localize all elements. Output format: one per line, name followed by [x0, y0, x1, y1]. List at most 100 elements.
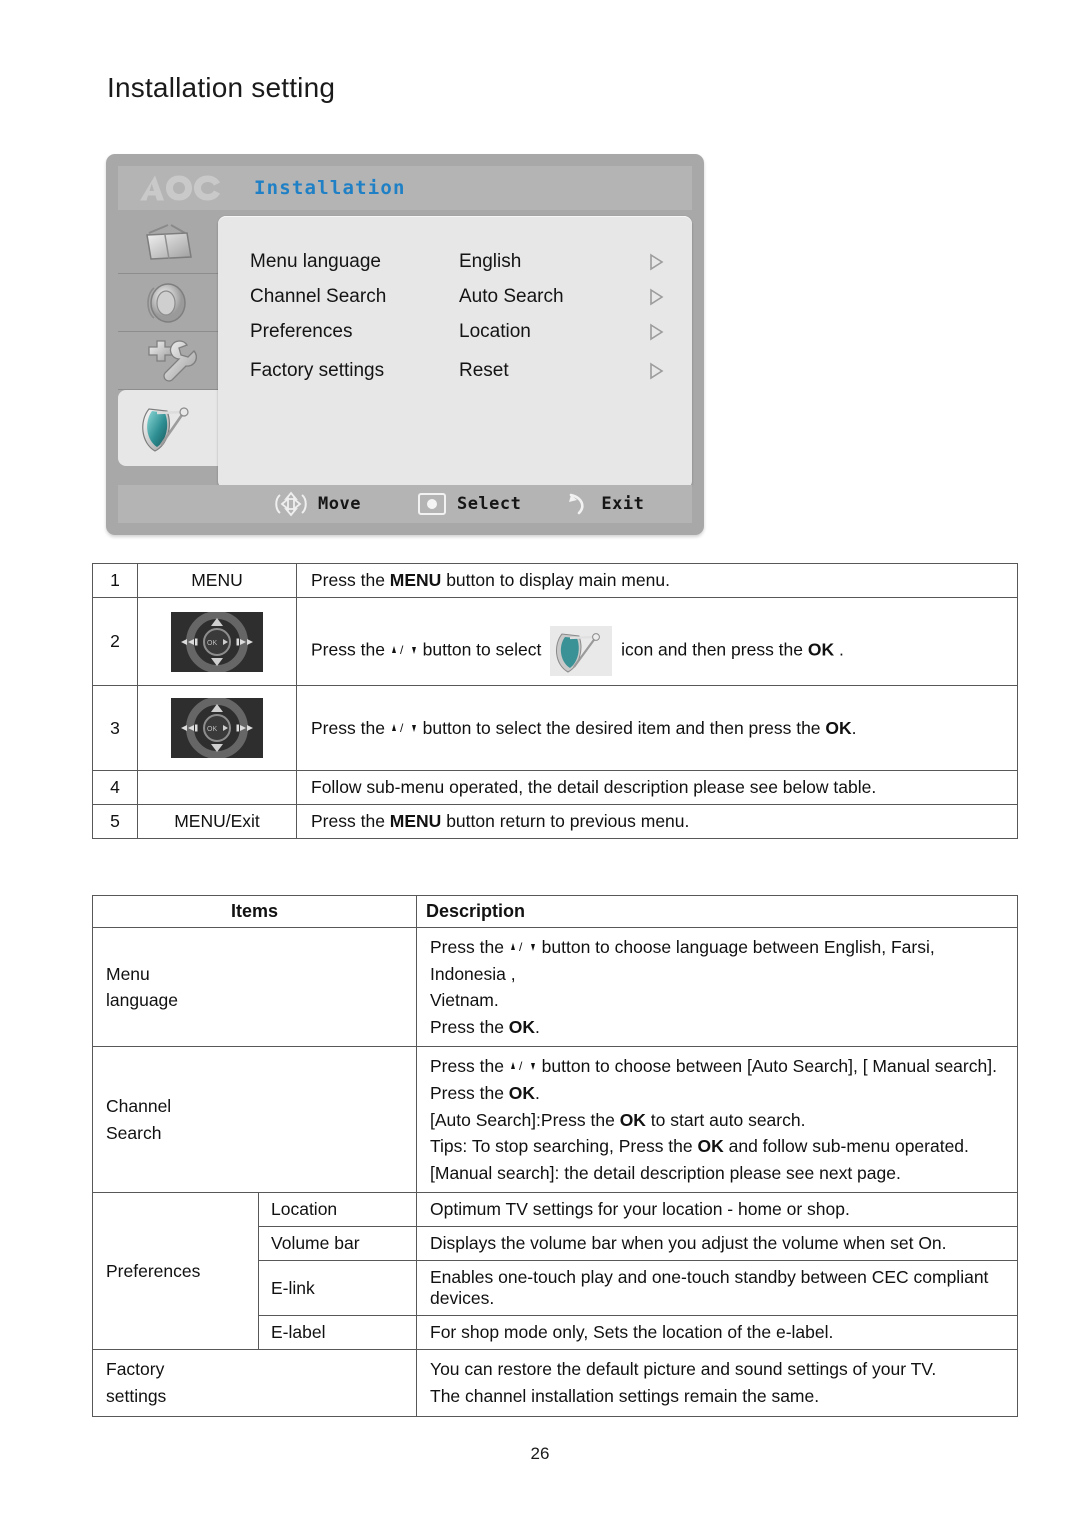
svg-text:/: /	[400, 721, 404, 734]
return-arrow-icon	[569, 493, 584, 515]
hint-exit: Exit	[565, 491, 644, 517]
text-line: [Auto Search]:Press the OK to start auto…	[430, 1107, 1008, 1134]
osd-menu-row[interactable]: Factory settings Reset	[250, 353, 678, 388]
chevron-right-icon	[650, 362, 664, 379]
text-line: [Manual search]: the detail description …	[430, 1162, 901, 1183]
step-number: 2	[92, 597, 138, 686]
text: .	[535, 1082, 540, 1103]
table-row: 1 MENU Press the MENU button to display …	[92, 563, 1018, 598]
item-preferences: Preferences	[92, 1192, 259, 1351]
text: .	[851, 717, 857, 738]
description-channel-search: Press the / button to choose between [Au…	[416, 1046, 1018, 1194]
picture-tv-icon	[146, 223, 192, 260]
osd-row-label: Factory settings	[250, 359, 385, 381]
hint-select: Select	[417, 492, 521, 516]
chevron-right-icon	[650, 288, 664, 305]
text: button return to previous menu.	[441, 811, 690, 831]
text: Menu	[106, 963, 150, 984]
description-factory-settings: You can restore the default picture and …	[416, 1349, 1018, 1417]
text: Tips: To stop searching, Press the	[430, 1136, 698, 1157]
aoc-logo	[140, 175, 220, 201]
text-line: Press the OK.	[430, 1080, 1008, 1107]
table-row: 3 OK Press the / button to select the de…	[92, 685, 1018, 771]
step-description: Press the MENU button to display main me…	[296, 563, 1018, 598]
text: button to select the desired item and th…	[417, 717, 826, 738]
text: Press the	[311, 639, 390, 660]
table-row: 5 MENU/Exit Press the MENU button return…	[92, 804, 1018, 839]
osd-main-panel: Menu language English Channel Search Aut…	[218, 216, 692, 489]
up-down-button-icon: /	[510, 1059, 535, 1072]
dpad-navigation-button: OK	[171, 611, 263, 672]
step-number: 4	[92, 770, 138, 805]
manual-page: Installation setting Installation Menu l…	[0, 0, 1080, 1528]
dpad-move-icon	[275, 491, 307, 517]
ok-button-icon	[417, 493, 446, 515]
text: settings	[106, 1385, 167, 1406]
description-location: Optimum TV settings for your location - …	[416, 1192, 1018, 1228]
rail-item-installation[interactable]	[118, 390, 218, 466]
svg-text:/: /	[519, 1059, 523, 1072]
text: Press the	[311, 570, 390, 590]
function-wrench-icon	[148, 339, 198, 382]
text: Search	[106, 1122, 162, 1143]
osd-row-value: Location	[459, 320, 531, 342]
osd-row-label: Channel Search	[250, 285, 387, 307]
text: Press the	[430, 937, 509, 957]
text-line: Press the OK.	[430, 1014, 1008, 1041]
osd-row-value: Reset	[459, 359, 509, 381]
up-down-button-icon: /	[391, 721, 416, 734]
text-line: Vietnam.	[430, 990, 499, 1011]
step-key: MENU/Exit	[137, 804, 297, 839]
osd-row-label: Menu language	[250, 250, 381, 272]
text-line: You can restore the default picture and …	[430, 1359, 937, 1380]
step-key-icon-cell: OK	[137, 597, 297, 686]
osd-menu-row[interactable]: Channel Search Auto Search	[250, 279, 678, 314]
hint-exit-label: Exit	[601, 494, 645, 514]
page-number: 26	[530, 1444, 550, 1463]
rail-item-picture[interactable]	[118, 216, 218, 274]
table-header-row: Items Description	[92, 895, 1018, 928]
subitem-location: Location	[258, 1192, 417, 1228]
table-row: Channel Search Press the / button to cho…	[92, 1046, 1018, 1194]
osd-icon-rail	[118, 216, 218, 466]
text: icon and then press the	[616, 639, 808, 660]
table-row: Factory settings You can restore the def…	[92, 1349, 1018, 1417]
text: and follow sub-menu operated.	[723, 1136, 969, 1157]
text: to start auto search.	[645, 1109, 806, 1130]
text-line: Tips: To stop searching, Press the OK an…	[430, 1133, 1008, 1160]
osd-screenshot: Installation Menu language English Chann…	[106, 154, 704, 535]
text-line: Press the / button to choose language be…	[430, 934, 1008, 987]
sound-speaker-icon	[147, 282, 186, 323]
rail-item-sound[interactable]	[118, 274, 218, 332]
item-menu-language: Menu language	[92, 926, 417, 1048]
text: Press the	[430, 1082, 509, 1103]
step-number: 3	[92, 685, 138, 771]
hint-move-label: Move	[318, 494, 361, 514]
osd-menu-row[interactable]: Preferences Location	[250, 314, 678, 349]
osd-title-bar: Installation	[118, 166, 692, 210]
text: .	[535, 1016, 540, 1037]
rail-item-function[interactable]	[118, 332, 218, 390]
subitem-e-link: E-link	[258, 1260, 417, 1317]
table-row: Preferences Location Optimum TV settings…	[92, 1192, 1018, 1351]
column-header-description: Description	[416, 895, 1018, 928]
svg-text:OK: OK	[207, 640, 217, 647]
osd-hint-bar: Move Select Exit	[118, 485, 692, 523]
step-number: 1	[92, 563, 138, 598]
osd-row-value: Auto Search	[459, 285, 564, 307]
text: Press the	[430, 1016, 509, 1037]
text: Factory	[106, 1359, 165, 1380]
description-e-link: Enables one-touch play and one-touch sta…	[416, 1260, 1018, 1317]
installation-dish-icon	[550, 626, 613, 676]
osd-menu-list: Menu language English Channel Search Aut…	[250, 244, 678, 388]
dpad-navigation-button: OK	[171, 698, 263, 758]
text: button to select	[417, 639, 547, 660]
page-title: Installation setting	[107, 72, 336, 103]
description-volume-bar: Displays the volume bar when you adjust …	[416, 1226, 1018, 1262]
osd-menu-row[interactable]: Menu language English	[250, 244, 678, 279]
osd-row-label: Preferences	[250, 320, 353, 342]
text-bold: OK	[508, 1082, 536, 1103]
item-factory-settings: Factory settings	[92, 1349, 417, 1417]
text-bold: OK	[807, 639, 835, 660]
steps-table: 1 MENU Press the MENU button to display …	[92, 563, 1018, 839]
